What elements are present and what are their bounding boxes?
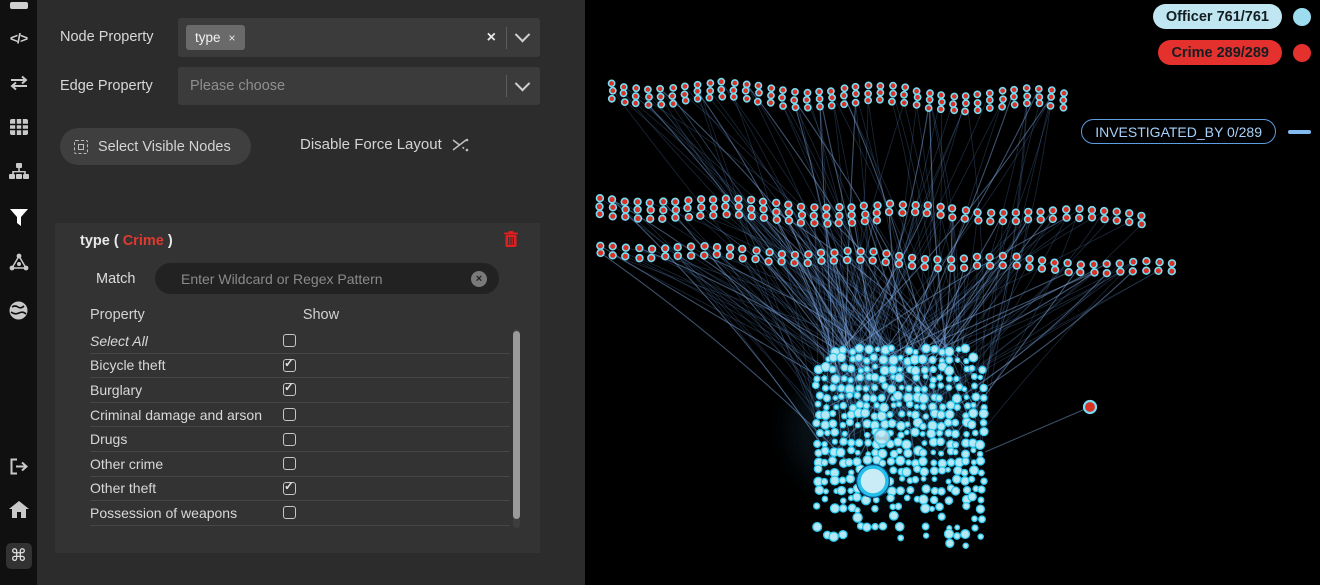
edge-swatch[interactable] <box>1288 130 1311 134</box>
clear-input-icon[interactable]: × <box>471 271 487 287</box>
globe-icon[interactable] <box>0 297 37 323</box>
highlighted-officer-node[interactable] <box>875 430 890 445</box>
property-column-header: Property <box>90 307 145 323</box>
show-checkbox[interactable] <box>283 433 296 446</box>
show-checkbox[interactable] <box>283 408 296 421</box>
table-row: Criminal damage and arson <box>90 403 510 428</box>
sitemap-icon[interactable] <box>0 158 37 184</box>
property-label: Drugs <box>90 431 283 447</box>
crime-swatch[interactable] <box>1293 44 1311 62</box>
scrollbar-thumb[interactable] <box>513 331 520 519</box>
force-layout-icon <box>452 138 469 152</box>
table-row: Bicycle theft <box>90 354 510 379</box>
icon-rail: </> <box>0 0 37 585</box>
node-property-select[interactable]: type × × <box>178 18 540 57</box>
show-checkbox[interactable] <box>283 359 296 372</box>
node-property-chip[interactable]: type × <box>186 25 245 50</box>
chevron-down-icon[interactable] <box>515 75 531 91</box>
filter-value: Crime <box>123 233 164 249</box>
table-row: Other crime <box>90 452 510 477</box>
graph-canvas[interactable] <box>585 0 1320 585</box>
match-label: Match <box>96 271 136 287</box>
property-table: Select All Bicycle theft Burglary Criminal … <box>90 329 510 526</box>
property-label: Other theft <box>90 480 283 496</box>
graph-explorer-app: </> <box>0 0 1320 585</box>
command-icon[interactable]: ⌘ <box>0 543 37 569</box>
property-label: Possession of weapons <box>90 505 283 521</box>
table-row: Other theft <box>90 477 510 502</box>
show-checkbox[interactable] <box>283 334 296 347</box>
table-row: Burglary <box>90 378 510 403</box>
show-column-header: Show <box>303 307 339 323</box>
node-legend: Officer 761/761 Crime 289/289 <box>1153 4 1311 65</box>
table-header: Property Show <box>90 307 505 323</box>
swap-arrows-icon[interactable] <box>0 70 37 96</box>
graph-viewport[interactable]: Officer 761/761 Crime 289/289 INVESTIGAT… <box>585 0 1320 585</box>
officer-legend-pill[interactable]: Officer 761/761 <box>1153 4 1282 29</box>
logout-icon[interactable] <box>0 453 37 479</box>
code-icon[interactable]: </> <box>0 25 37 51</box>
trash-icon[interactable] <box>504 231 518 247</box>
investigated-by-pill[interactable]: INVESTIGATED_BY 0/289 <box>1081 119 1276 144</box>
isolated-crime-node[interactable] <box>1084 401 1096 413</box>
table-row: Select All <box>90 329 510 354</box>
filter-card-title: type ( Crime ) <box>80 233 173 249</box>
show-checkbox[interactable] <box>283 482 296 495</box>
property-label: Bicycle theft <box>90 357 283 373</box>
show-checkbox[interactable] <box>283 383 296 396</box>
clear-select-icon[interactable]: × <box>487 29 496 47</box>
network-icon[interactable] <box>0 249 37 275</box>
match-placeholder: Enter Wildcard or Regex Pattern <box>181 271 383 287</box>
table-icon[interactable] <box>0 114 37 140</box>
left-panel: Node Property type × × Edge Property Ple… <box>37 0 585 585</box>
show-checkbox[interactable] <box>283 457 296 470</box>
match-input[interactable]: Enter Wildcard or Regex Pattern × <box>155 263 499 294</box>
node-property-label: Node Property <box>60 29 154 45</box>
home-icon[interactable] <box>0 496 37 522</box>
edge-property-label: Edge Property <box>60 78 153 94</box>
select-nodes-icon <box>74 140 88 154</box>
filter-card: type ( Crime ) Match Enter Wildcard or R… <box>55 223 540 553</box>
show-checkbox[interactable] <box>283 506 296 519</box>
selected-officer-node[interactable] <box>859 467 887 495</box>
menu-icon[interactable] <box>0 0 37 12</box>
edge-property-placeholder: Please choose <box>190 78 285 94</box>
property-label: Criminal damage and arson <box>90 407 283 423</box>
table-row: Possession of weapons <box>90 501 510 526</box>
chevron-down-icon[interactable] <box>515 27 531 43</box>
filter-icon[interactable] <box>0 204 37 230</box>
property-label: Other crime <box>90 456 283 472</box>
edge-property-select[interactable]: Please choose <box>178 67 540 105</box>
edge-legend: INVESTIGATED_BY 0/289 <box>1081 119 1311 144</box>
disable-force-layout-button[interactable]: Disable Force Layout <box>300 136 469 153</box>
officer-swatch[interactable] <box>1293 8 1311 26</box>
select-visible-nodes-button[interactable]: Select Visible Nodes <box>60 128 251 165</box>
property-label: Select All <box>90 333 283 349</box>
property-label: Burglary <box>90 382 283 398</box>
scrollbar-track[interactable] <box>513 329 520 528</box>
crime-legend-pill[interactable]: Crime 289/289 <box>1158 40 1282 65</box>
chip-remove-icon[interactable]: × <box>229 31 236 45</box>
table-row: Drugs <box>90 427 510 452</box>
